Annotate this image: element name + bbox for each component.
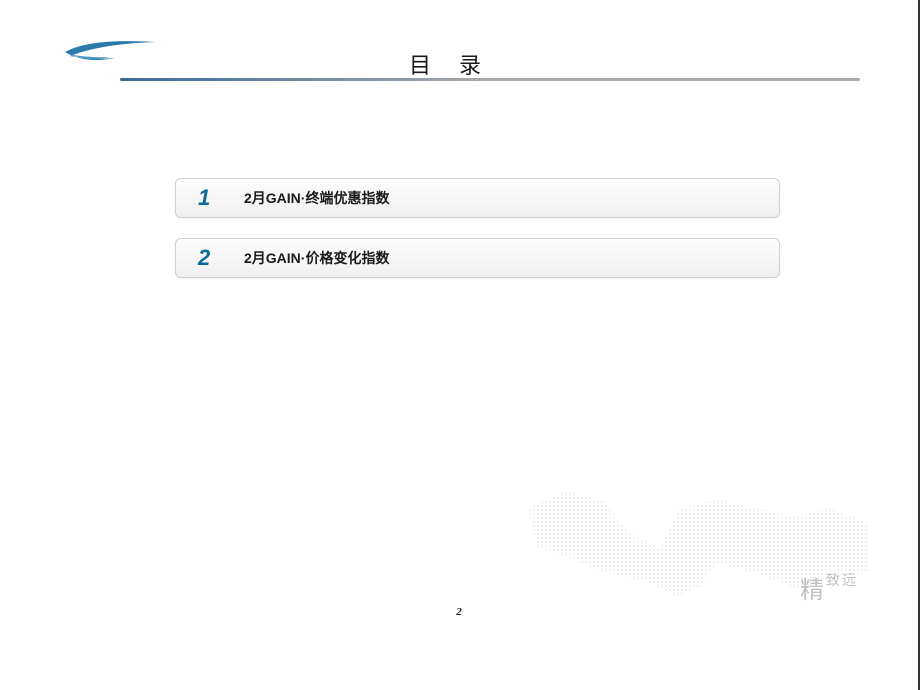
toc-label: 2月GAIN·价格变化指数 <box>244 248 389 268</box>
toc-number: 2 <box>198 245 234 271</box>
toc-list: 1 2月GAIN·终端优惠指数 2 2月GAIN·价格变化指数 <box>175 178 780 298</box>
toc-label: 2月GAIN·终端优惠指数 <box>244 188 389 208</box>
watermark-main: 精 <box>800 578 826 604</box>
title-divider <box>120 78 860 81</box>
toc-item-2: 2 2月GAIN·价格变化指数 <box>175 238 780 278</box>
toc-item-1: 1 2月GAIN·终端优惠指数 <box>175 178 780 218</box>
watermark-suffix: 致远 <box>826 574 858 589</box>
page-title: 目录 <box>0 48 918 80</box>
watermark-logo: 精致远 <box>800 570 858 605</box>
toc-number: 1 <box>198 185 234 211</box>
slide-page: 目录 1 2月GAIN·终端优惠指数 2 2月GAIN·价格变化指数 精致远 2 <box>0 0 920 690</box>
page-number: 2 <box>0 606 918 618</box>
